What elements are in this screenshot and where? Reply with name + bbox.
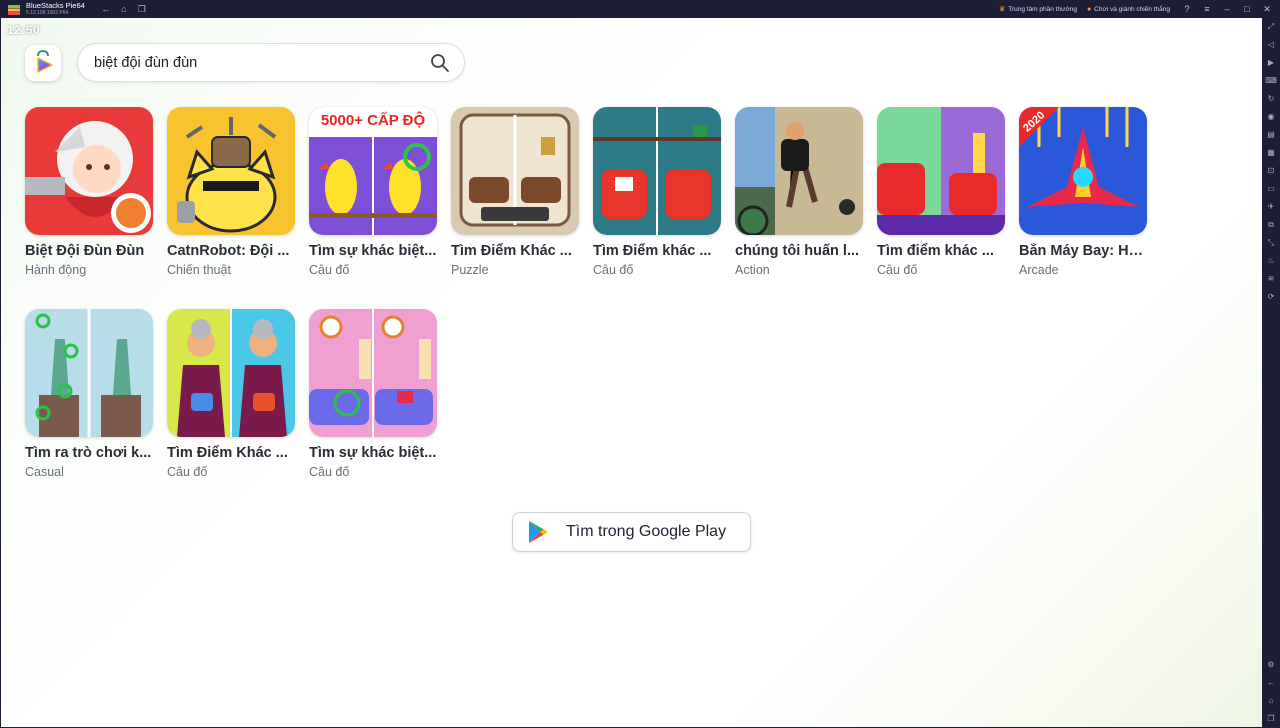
sync-icon[interactable]: ⟳: [1265, 291, 1277, 303]
result-category: Chiến thuật: [167, 263, 231, 277]
result-name: Tìm sự khác biệt...: [309, 445, 437, 461]
result-name: Tìm Điểm Khác ...: [451, 243, 572, 259]
play-win-label: Chơi và giành chiến thắng: [1094, 5, 1170, 13]
google-play-icon: [529, 521, 548, 543]
game-thumbnail-red-chairs: [593, 107, 721, 235]
play-store-search-screen: 12:50 biệt đội đùn đùn Biệt Đội Đùn Đùn …: [1, 18, 1262, 727]
search-bar: [77, 43, 465, 82]
game-thumbnail-statue-liberty: [25, 309, 153, 437]
app-version: 5.12.108.1002 P64: [26, 9, 69, 16]
game-thumbnail-parrots: 5000+ CẤP ĐỘ: [309, 107, 437, 235]
rewards-center-label: Trung tâm phần thưởng: [1008, 5, 1077, 13]
result-card[interactable]: Tìm Điểm Khác ... Puzzle: [451, 107, 579, 287]
apk-icon[interactable]: ▦: [1265, 147, 1277, 159]
game-thumbnail-cat-robot: [167, 107, 295, 235]
result-name: chúng tôi huấn l...: [735, 243, 860, 259]
google-play-button-label: Tìm trong Google Play: [566, 523, 727, 540]
result-name: CatnRobot: Đội ...: [167, 243, 290, 259]
menu-icon[interactable]: ≡: [1200, 4, 1214, 14]
title-bar: BlueStacks Pie64 5.12.108.1002 P64 ← ⌂ ❐…: [0, 0, 1280, 18]
result-card[interactable]: Tìm ra trò chơi k... Casual: [25, 309, 153, 489]
resize-icon[interactable]: ⤡: [1265, 237, 1277, 249]
result-name: Biệt Đội Đùn Đùn: [25, 243, 145, 259]
game-thumbnail-sofa-room: [451, 107, 579, 235]
search-icon[interactable]: [430, 53, 450, 73]
result-card[interactable]: Tìm sự khác biệt... Câu đố: [309, 309, 437, 489]
game-thumbnail-hero: [25, 107, 153, 235]
close-icon[interactable]: ✕: [1260, 4, 1274, 15]
result-name: Tìm điểm khác ...: [877, 243, 994, 259]
minimize-icon[interactable]: –: [1220, 4, 1234, 14]
folder-icon[interactable]: ▭: [1265, 183, 1277, 195]
help-icon[interactable]: ?: [1180, 4, 1194, 14]
result-name: Tìm Điểm khác ...: [593, 243, 712, 259]
search-input[interactable]: [94, 54, 424, 71]
android-recents-icon[interactable]: ❐: [1265, 713, 1277, 725]
screenshot-icon[interactable]: ⊡: [1265, 165, 1277, 177]
result-name: Tìm Điểm Khác ...: [167, 445, 288, 461]
layers-icon[interactable]: ≋: [1265, 273, 1277, 285]
result-card[interactable]: 2020 Bắn Máy Bay: Hạ... Arcade: [1019, 107, 1147, 287]
android-home-icon[interactable]: ⌂: [1265, 695, 1277, 707]
game-thumbnail-red-sofa: [877, 107, 1005, 235]
result-category: Action: [735, 263, 770, 277]
game-thumbnail-grandma: [167, 309, 295, 437]
app-title: BlueStacks Pie64: [26, 0, 85, 10]
result-card[interactable]: Biệt Đội Đùn Đùn Hành động: [25, 107, 153, 287]
fullscreen-icon[interactable]: ⤢: [1265, 21, 1277, 33]
result-name: Tìm sự khác biệt...: [309, 243, 437, 259]
result-card[interactable]: Tìm Điểm khác ... Câu đố: [593, 107, 721, 287]
result-category: Casual: [25, 465, 64, 479]
play-win-link[interactable]: ● Chơi và giành chiến thắng: [1087, 6, 1170, 13]
result-card[interactable]: Tìm Điểm Khác ... Câu đố: [167, 309, 295, 489]
game-center-logo-icon[interactable]: [25, 45, 61, 81]
keyboard-icon[interactable]: ⌨: [1265, 75, 1277, 87]
macro-icon[interactable]: ▤: [1265, 129, 1277, 141]
result-category: Câu đố: [593, 263, 634, 277]
recent-apps-icon[interactable]: ❐: [137, 4, 147, 15]
result-category: Hành động: [25, 263, 87, 277]
result-card[interactable]: CatnRobot: Đội ... Chiến thuật: [167, 107, 295, 287]
rewards-center-link[interactable]: ♛ Trung tâm phần thưởng: [998, 5, 1077, 14]
back-icon[interactable]: ←: [101, 4, 111, 15]
settings-icon[interactable]: ⚙: [1265, 659, 1277, 671]
coin-icon: ●: [1086, 5, 1092, 13]
bluestacks-logo-icon: [7, 3, 21, 15]
game-thumbnail-spaceship: 2020: [1019, 107, 1147, 235]
search-google-play-button[interactable]: Tìm trong Google Play: [512, 512, 751, 552]
result-card[interactable]: Tìm điểm khác ... Câu đố: [877, 107, 1005, 287]
result-category: Arcade: [1019, 263, 1059, 277]
result-card[interactable]: 5000+ CẤP ĐỘ Tìm sự khác biệt... Câu đố: [309, 107, 437, 287]
home-icon[interactable]: ⌂: [119, 4, 129, 15]
crown-icon: ♛: [998, 6, 1006, 13]
gamepad-icon[interactable]: ◉: [1265, 111, 1277, 123]
media-icon[interactable]: ▶: [1265, 57, 1277, 69]
game-thumbnail-climber: [735, 107, 863, 235]
multi-instance-icon[interactable]: ⧉: [1265, 219, 1277, 231]
result-category: Câu đố: [167, 465, 208, 479]
result-category: Puzzle: [451, 263, 489, 277]
result-name: Tìm ra trò chơi k...: [25, 445, 152, 461]
result-category: Câu đố: [309, 263, 350, 277]
game-thumbnail-pink-room: [309, 309, 437, 437]
result-card[interactable]: chúng tôi huấn l... Action: [735, 107, 863, 287]
volume-icon[interactable]: ◁: [1265, 39, 1277, 51]
eco-mode-icon[interactable]: ♨: [1265, 255, 1277, 267]
android-back-icon[interactable]: ←: [1265, 677, 1277, 689]
rotate-icon[interactable]: ↻: [1265, 93, 1277, 105]
status-clock: 12:50: [7, 23, 41, 37]
badge-text: 5000+ CẤP ĐỘ: [320, 112, 426, 129]
airplane-icon[interactable]: ✈: [1265, 201, 1277, 213]
right-sidebar: ⤢ ◁ ▶ ⌨ ↻ ◉ ▤ ▦ ⊡ ▭ ✈ ⧉ ⤡ ♨ ≋ ⟳ ⚙ ← ⌂ ❐: [1262, 18, 1280, 728]
result-name: Bắn Máy Bay: Hạ...: [1019, 243, 1147, 259]
maximize-icon[interactable]: □: [1240, 4, 1254, 14]
result-category: Câu đố: [877, 263, 918, 277]
result-category: Câu đố: [309, 465, 350, 479]
